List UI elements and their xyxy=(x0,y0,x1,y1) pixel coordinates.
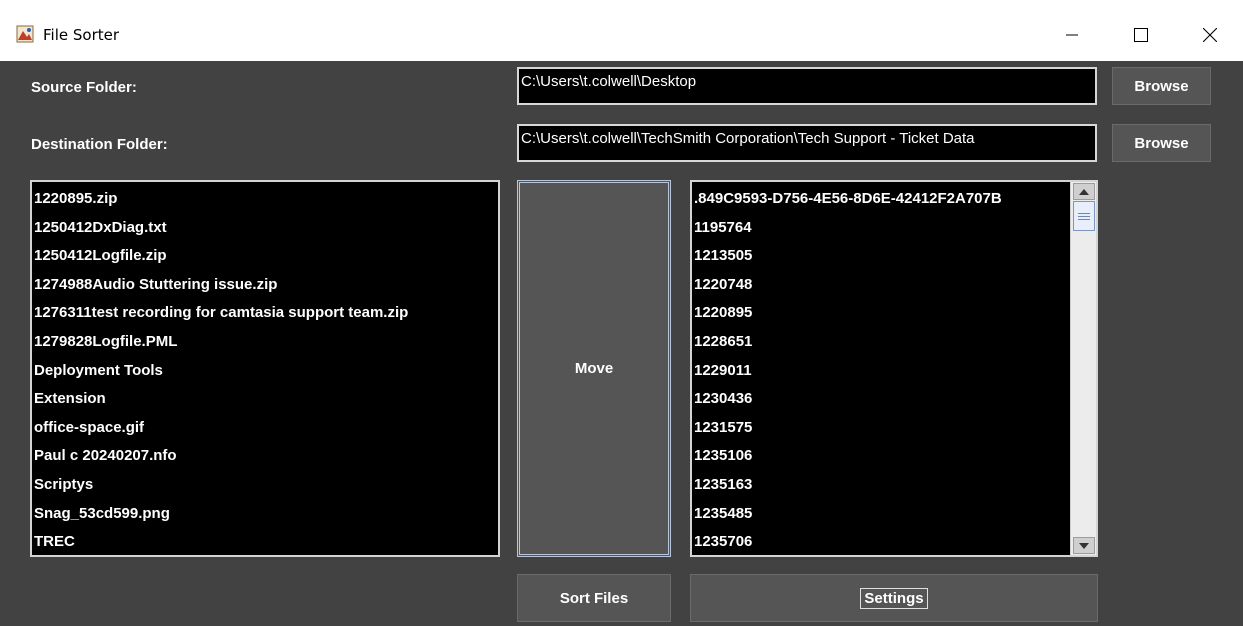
list-item[interactable]: 1213505 xyxy=(692,242,1072,271)
source-browse-button[interactable]: Browse xyxy=(1112,67,1211,105)
list-item[interactable]: office-space.gif xyxy=(32,414,498,443)
list-item[interactable]: 1195764 xyxy=(692,214,1072,243)
settings-button[interactable]: Settings xyxy=(690,574,1098,622)
list-item[interactable]: 1279828Logfile.PML xyxy=(32,328,498,357)
window-title: File Sorter xyxy=(43,26,120,44)
scroll-down-button[interactable] xyxy=(1073,537,1095,554)
move-button[interactable]: Move xyxy=(517,180,671,557)
list-item[interactable]: Deployment Tools xyxy=(32,357,498,386)
sort-files-button[interactable]: Sort Files xyxy=(517,574,671,622)
source-file-list-items: 1220895.zip 1250412DxDiag.txt 1250412Log… xyxy=(32,182,498,555)
list-item[interactable]: Snag_53cd599.png xyxy=(32,500,498,529)
vertical-scrollbar[interactable] xyxy=(1070,182,1096,555)
minimize-icon xyxy=(1066,34,1078,36)
list-item[interactable]: 1276311test recording for camtasia suppo… xyxy=(32,299,498,328)
list-item[interactable]: 1250412DxDiag.txt xyxy=(32,214,498,243)
list-item[interactable]: 1235706 xyxy=(692,528,1072,555)
list-item[interactable]: .849C9593-D756-4E56-8D6E-42412F2A707B xyxy=(692,185,1072,214)
list-item[interactable]: 1274988Audio Stuttering issue.zip xyxy=(32,271,498,300)
source-folder-label: Source Folder: xyxy=(31,79,137,96)
list-item[interactable]: Extension xyxy=(32,385,498,414)
scroll-up-button[interactable] xyxy=(1073,183,1095,200)
list-item[interactable]: 1250412Logfile.zip xyxy=(32,242,498,271)
chevron-up-icon xyxy=(1079,188,1089,195)
title-bar: File Sorter xyxy=(0,0,1243,61)
settings-label: Settings xyxy=(860,587,928,609)
source-file-list[interactable]: 1220895.zip 1250412DxDiag.txt 1250412Log… xyxy=(30,180,500,557)
destination-folder-field[interactable]: C:\Users\t.colwell\TechSmith Corporation… xyxy=(517,124,1097,162)
chevron-down-icon xyxy=(1079,542,1089,549)
maximize-icon xyxy=(1134,28,1148,42)
list-item[interactable]: TREC xyxy=(32,528,498,555)
list-item[interactable]: Scriptys xyxy=(32,471,498,500)
close-icon xyxy=(1203,28,1217,42)
list-item[interactable]: 1220895.zip xyxy=(32,185,498,214)
list-item[interactable]: 1235106 xyxy=(692,442,1072,471)
list-item[interactable]: Paul c 20240207.nfo xyxy=(32,442,498,471)
main-panel: Source Folder: C:\Users\t.colwell\Deskto… xyxy=(0,61,1243,626)
list-item[interactable]: 1220748 xyxy=(692,271,1072,300)
destination-folder-list[interactable]: .849C9593-D756-4E56-8D6E-42412F2A707B 11… xyxy=(690,180,1098,557)
destination-folder-list-items: .849C9593-D756-4E56-8D6E-42412F2A707B 11… xyxy=(692,182,1072,555)
scrollbar-thumb[interactable] xyxy=(1073,201,1095,231)
list-item[interactable]: 1228651 xyxy=(692,328,1072,357)
minimize-button[interactable] xyxy=(1049,13,1095,57)
maximize-button[interactable] xyxy=(1118,13,1164,57)
source-folder-field[interactable]: C:\Users\t.colwell\Desktop xyxy=(517,67,1097,105)
list-item[interactable]: 1231575 xyxy=(692,414,1072,443)
list-item[interactable]: 1230436 xyxy=(692,385,1072,414)
destination-browse-button[interactable]: Browse xyxy=(1112,124,1211,162)
list-item[interactable]: 1220895 xyxy=(692,299,1072,328)
list-item[interactable]: 1229011 xyxy=(692,357,1072,386)
destination-folder-label: Destination Folder: xyxy=(31,136,168,153)
list-item[interactable]: 1235485 xyxy=(692,500,1072,529)
close-button[interactable] xyxy=(1187,13,1233,57)
list-item[interactable]: 1235163 xyxy=(692,471,1072,500)
app-icon xyxy=(16,25,34,43)
